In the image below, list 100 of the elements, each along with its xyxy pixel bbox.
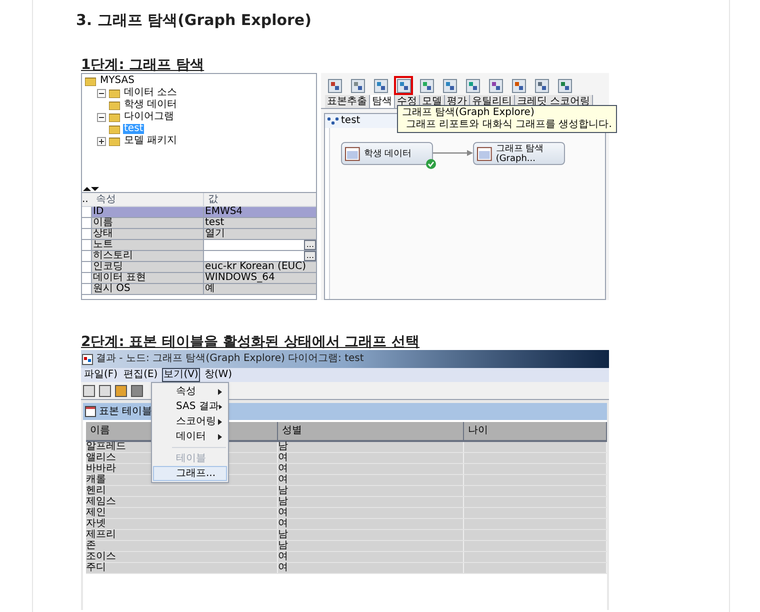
menu-item[interactable]: 편집(E) (122, 368, 160, 382)
property-row[interactable]: 상태 열기 (82, 229, 316, 240)
property-row[interactable]: 데이터 표현 WINDOWS_64 (82, 273, 316, 284)
node-icon (534, 78, 548, 92)
ribbon-tab[interactable]: 표본추출 (325, 95, 370, 108)
property-value: WINDOWS_64 (204, 273, 276, 283)
property-row[interactable]: 원시 OS 예 (82, 284, 316, 295)
table-cell: 여 (278, 453, 464, 463)
table-cell: 제임스 (86, 497, 278, 507)
column-header: 값 (207, 193, 219, 206)
toolbar-button[interactable] (486, 76, 505, 95)
window-icon (82, 354, 93, 364)
table-cell: 자넷 (86, 519, 278, 529)
column-header[interactable]: 나이 (464, 422, 607, 440)
folder-icon (85, 76, 96, 86)
toolbar-button[interactable] (325, 76, 344, 95)
folder-icon (109, 124, 120, 134)
tooltip-text: 그래프 리포트와 대화식 그래프를 생성합니다. (405, 119, 612, 131)
property-value: 예 (204, 284, 216, 294)
tree-item[interactable]: 데이터 소스 (123, 88, 178, 98)
table-cell: 남 (278, 530, 464, 540)
ribbon-tab[interactable]: 탐색 (370, 95, 395, 108)
menu-item[interactable]: 창(W) (202, 368, 234, 382)
table-cell: 남 (278, 486, 464, 496)
table-cell: 주디 (86, 563, 278, 573)
step-title: 1단계: 그래프 탐색 (81, 57, 206, 73)
toolbar-button[interactable] (509, 76, 528, 95)
section-heading: 3. 그래프 탐색(Graph Explore) (76, 10, 312, 30)
table-cell: 남 (278, 541, 464, 551)
diagram-title: test (341, 116, 360, 126)
toolbar-button[interactable] (440, 76, 459, 95)
dropdown-item[interactable]: 스코어링 (153, 414, 227, 429)
table-cell: 조이스 (86, 552, 278, 562)
column-header: .. (82, 193, 90, 206)
property-value: 열기 (204, 229, 226, 239)
toolbar-button[interactable] (555, 76, 574, 95)
dropdown-item[interactable]: 속성 (153, 384, 227, 399)
table-cell: 여 (278, 519, 464, 529)
folder-icon (109, 88, 120, 98)
dropdown-item[interactable]: SAS 결과 (153, 399, 227, 414)
property-name: 이름 (92, 218, 204, 228)
diagram-node[interactable]: 그래프 탐색(Graph... (473, 142, 565, 165)
table-cell: 제인 (86, 508, 278, 518)
property-name: 원시 OS (92, 284, 204, 294)
toolbar-icon[interactable] (131, 384, 143, 396)
table-cell: 여 (278, 552, 464, 562)
table-cell: 남 (278, 442, 464, 452)
node-icon (396, 78, 410, 92)
property-row[interactable]: ID EMWS4 (82, 207, 316, 218)
menu-item[interactable]: 보기(V) (162, 368, 200, 382)
tree-item[interactable]: 학생 데이터 (123, 100, 178, 110)
table-cell: 헨리 (86, 486, 278, 496)
property-value: test (204, 218, 226, 228)
collapse-icon[interactable] (97, 88, 106, 98)
property-value: euc-kr Korean (EUC) (204, 262, 307, 272)
toolbar-icon[interactable] (115, 384, 127, 396)
expand-icon[interactable] (97, 136, 106, 146)
table-cell: 여 (278, 464, 464, 474)
node-icon (328, 78, 342, 92)
tree-item[interactable]: 다이어그램 (123, 112, 175, 122)
table-cell: 여 (278, 475, 464, 485)
tree-item[interactable]: MYSAS (99, 76, 136, 86)
node-label: 학생 데이터 (364, 148, 413, 158)
property-name: 데이터 표현 (92, 273, 204, 283)
node-icon (512, 78, 526, 92)
node-icon (466, 78, 480, 92)
column-header[interactable]: 성별 (278, 422, 464, 440)
table-cell: 여 (278, 563, 464, 573)
toolbar-button[interactable] (348, 76, 367, 95)
toolbar-button[interactable] (371, 76, 390, 95)
toolbar-button[interactable] (463, 76, 482, 95)
node-icon (345, 146, 360, 160)
toolbar-icon[interactable] (99, 384, 111, 396)
tooltip-title: 그래프 탐색(Graph Explore) (402, 107, 536, 119)
property-value: EMWS4 (204, 207, 244, 217)
property-row[interactable]: 이름 test (82, 218, 316, 229)
node-label: 그래프 탐색(Graph... (496, 144, 545, 164)
toolbar-button[interactable] (532, 76, 551, 95)
ellipsis-button[interactable]: ... (304, 240, 316, 250)
property-name: 인코딩 (92, 262, 204, 272)
tree-item[interactable]: 모델 패키지 (123, 136, 178, 146)
collapse-icon[interactable] (97, 112, 106, 122)
table-cell: 남 (278, 497, 464, 507)
property-row[interactable]: 히스토리 ... (82, 251, 316, 262)
dropdown-item[interactable]: 데이터 (153, 429, 227, 444)
node-icon (420, 78, 434, 92)
menu-item[interactable]: 파일(F) (82, 368, 120, 382)
diagram-icon (327, 117, 339, 125)
node-icon (477, 146, 492, 160)
dropdown-item[interactable]: 그래프... (153, 466, 227, 481)
table-icon (85, 406, 96, 417)
table-cell: 존 (86, 541, 278, 551)
folder-icon (109, 136, 120, 146)
toolbar-button[interactable] (417, 76, 436, 95)
node-icon (558, 78, 572, 92)
property-row[interactable]: 인코딩 euc-kr Korean (EUC) (82, 262, 316, 273)
ellipsis-button[interactable]: ... (304, 251, 316, 261)
folder-icon (109, 100, 120, 110)
toolbar-icon[interactable] (83, 384, 95, 396)
property-row[interactable]: 노트 ... (82, 240, 316, 251)
